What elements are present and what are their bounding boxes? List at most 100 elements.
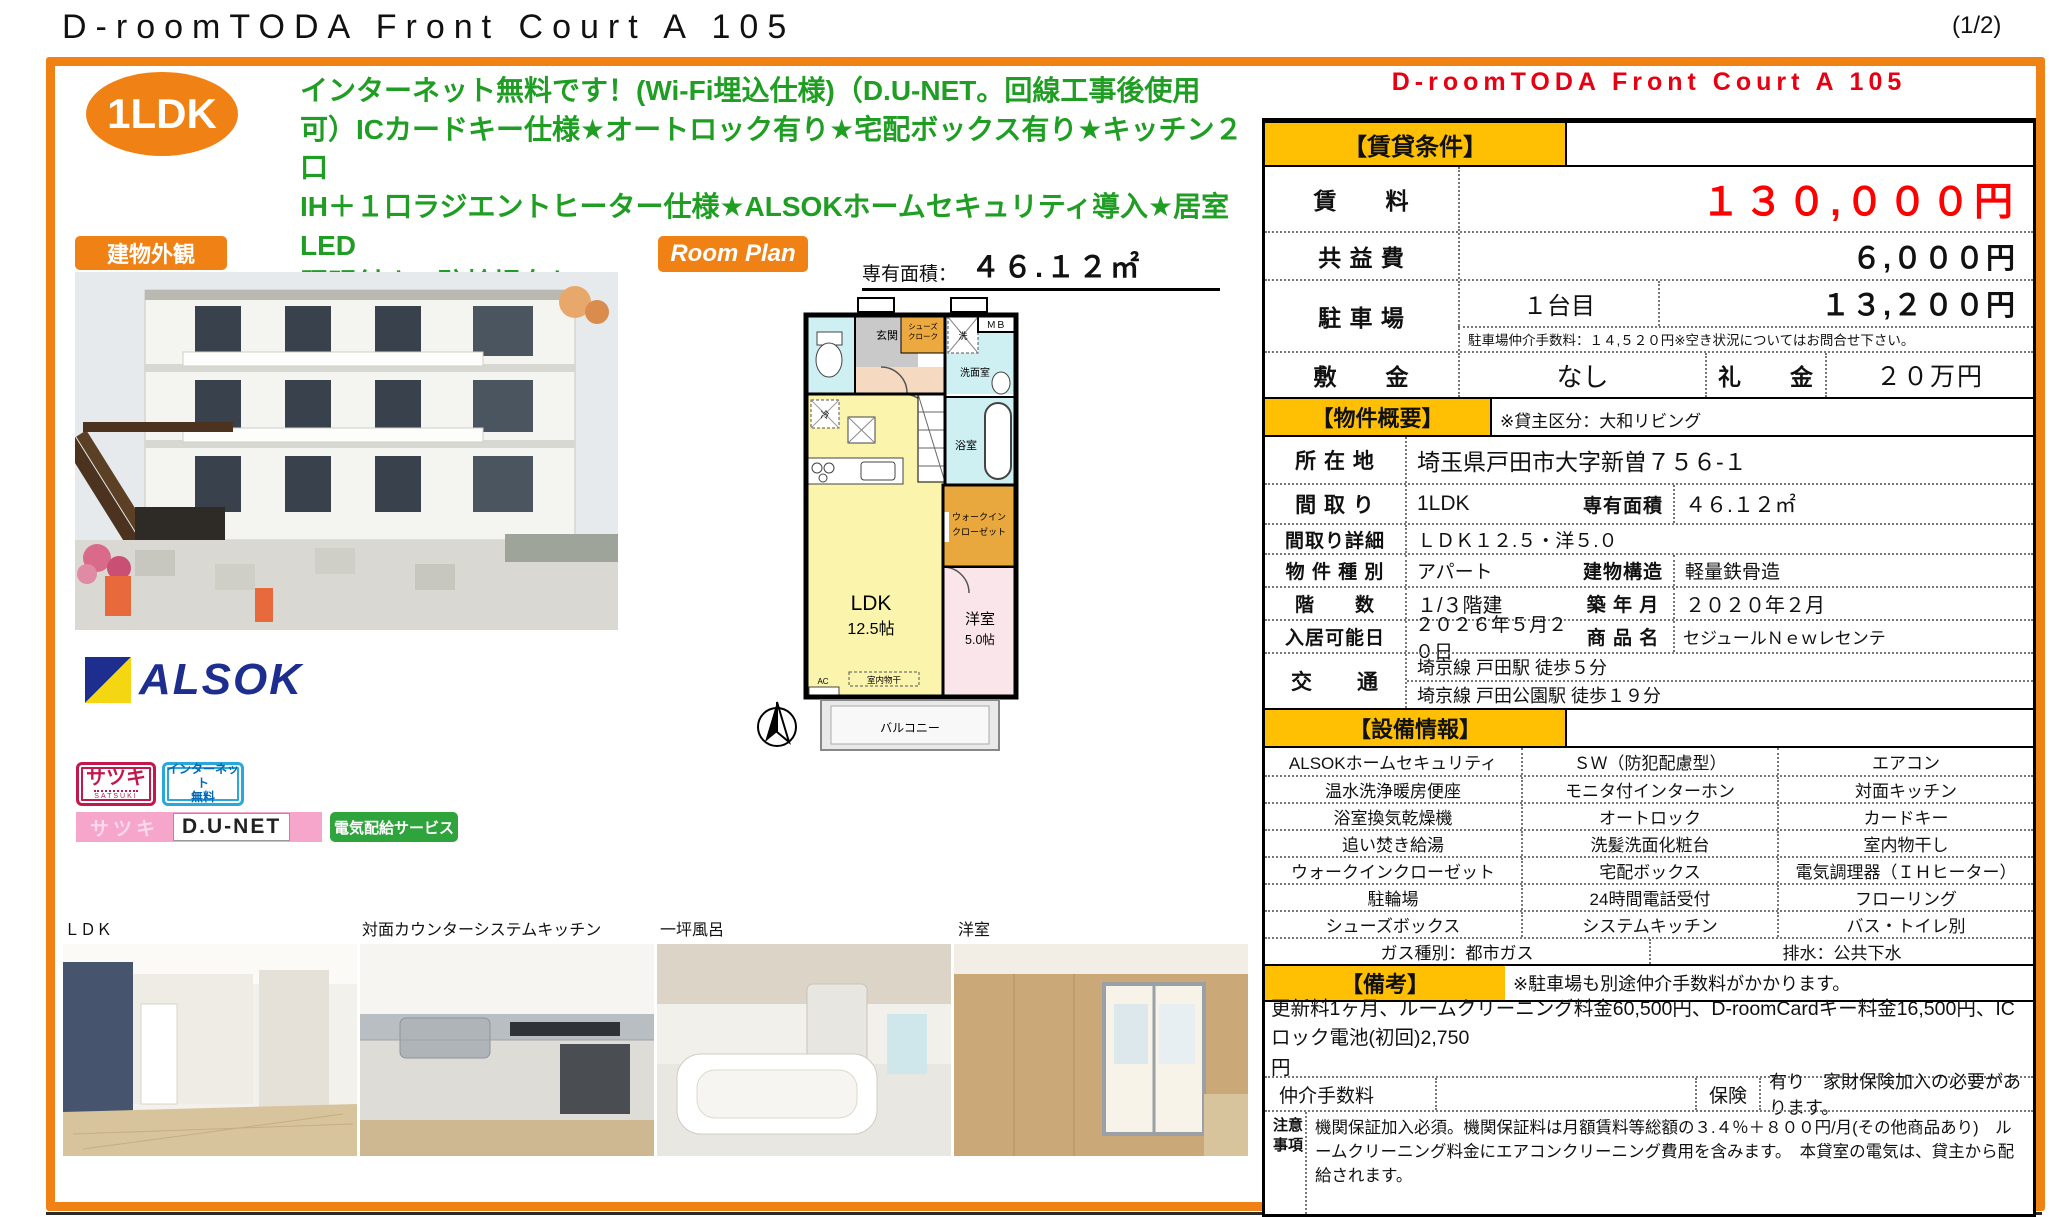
- shoes-cloak: シューズ クローク: [901, 315, 945, 353]
- transit-values: 埼京線 戸田駅 徒歩５分 埼京線 戸田公園駅 徒歩１９分: [1405, 654, 2033, 708]
- key-money-value: ２０万円: [1825, 353, 2033, 397]
- washroom: 洗 ＭＢ 洗面室: [945, 315, 1015, 394]
- svg-text:12.5帖: 12.5帖: [847, 620, 894, 638]
- page-number: (1/2): [1952, 12, 2001, 40]
- svg-text:シューズ: シューズ: [908, 321, 938, 331]
- satsuki-badge-subtext: SATSUKI: [94, 790, 137, 800]
- owner-note: ※貸主区分：大和リビング: [1492, 399, 2033, 435]
- parking-slot: １台目: [1458, 281, 1658, 326]
- compass-north-icon: [756, 700, 798, 755]
- photo-label-bedroom: 洋室: [958, 916, 990, 940]
- satsuki-badge-text: サツキ: [86, 768, 146, 788]
- svg-text:洗面室: 洗面室: [960, 366, 990, 379]
- balcony: バルコニー: [821, 700, 999, 750]
- equipment-item: フローリング: [1777, 885, 2033, 910]
- equipment-title: 【設備情報】: [1265, 710, 1567, 746]
- floors-row: 階 数 １/３階建 築 年 月 ２０２０年２月: [1265, 586, 2033, 619]
- photo-label-ldk: ＬＤＫ: [64, 916, 112, 940]
- area-label2: 専有面積: [1573, 485, 1673, 523]
- stairwell: [918, 394, 945, 482]
- svg-text:クローク: クローク: [908, 332, 938, 341]
- equipment-item: 温水洗浄暖房便座: [1265, 777, 1521, 802]
- common-fee-value: ６,０００円: [1458, 233, 2033, 279]
- brokerage-row: 仲介手数料 保険 有り 家財保険加入の必要があります。: [1265, 1076, 2033, 1110]
- equipment-grid: ALSOKホームセキュリティ ＳＷ（防犯配慮型） エアコン 温水洗浄暖房便座 モ…: [1265, 748, 2033, 964]
- alsok-logo-text: ALSOK: [139, 655, 303, 705]
- transit-row: 交 通 埼京線 戸田駅 徒歩５分 埼京線 戸田公園駅 徒歩１９分: [1265, 652, 2033, 708]
- alsok-logo: ALSOK: [85, 655, 303, 705]
- deposit-row: 敷 金 なし 礼 金 ２０万円: [1265, 351, 2033, 397]
- equipment-item: 24時間電話受付: [1521, 885, 1777, 910]
- brokerage-value: [1435, 1078, 1695, 1110]
- overview-header: 【物件概要】 ※貸主区分：大和リビング: [1265, 397, 2033, 437]
- movein-value: ２０２６年５月２０日: [1405, 621, 1573, 652]
- svg-text:バルコニー: バルコニー: [880, 721, 940, 735]
- structure-value: 軽量鉄骨造: [1673, 555, 2033, 586]
- deposit-label: 敷 金: [1265, 353, 1458, 397]
- floor-plan-graphic: 玄関 シューズ クローク 洗 ＭＢ 洗面室 冷: [803, 296, 1020, 758]
- photo-label-kitchen: 対面カウンターシステムキッチン: [362, 916, 601, 940]
- equipment-header: 【設備情報】: [1265, 708, 2033, 748]
- building-exterior-photo: [75, 272, 618, 630]
- transit-line2: 埼京線 戸田公園駅 徒歩１９分: [1407, 680, 2033, 708]
- remarks-body: 更新料1ヶ月、ルームクリーニング料金60,500円、D-roomCardキー料金…: [1265, 1002, 2033, 1076]
- rental-conditions-title: 【賃貸条件】: [1265, 123, 1567, 165]
- building-exterior-graphic: [75, 272, 618, 630]
- layout-type-badge: 1LDK: [86, 72, 238, 156]
- equipment-item: モニタ付インターホン: [1521, 777, 1777, 802]
- equipment-item: シューズボックス: [1265, 912, 1521, 937]
- equipment-item: ウォークインクローゼット: [1265, 858, 1521, 883]
- drain-type: 排水：公共下水: [1649, 939, 2033, 964]
- caution-row: 注意事項 機関保証加入必須。機関保証料は月額賃料等総額の３.４％＋８００円/月(…: [1265, 1110, 2033, 1214]
- area-value2: ４６.１２㎡: [1673, 485, 2033, 523]
- dunet-logo: D.U-NET: [173, 813, 290, 841]
- key-money-label: 礼 金: [1705, 353, 1825, 397]
- area-label: 専有面積：: [862, 259, 957, 286]
- product-value: セジュールＮｅｗレセンテ: [1673, 621, 2033, 652]
- svg-text:ウォークイン: ウォークイン: [952, 512, 1006, 522]
- svg-text:ＭＢ: ＭＢ: [986, 320, 1005, 331]
- equipment-item: 宅配ボックス: [1521, 858, 1777, 883]
- bathroom: 浴室: [945, 397, 1015, 485]
- svg-text:浴室: 浴室: [955, 438, 977, 452]
- equipment-item: システムキッチン: [1521, 912, 1777, 937]
- type-value: アパート: [1405, 555, 1573, 586]
- equipment-item: カードキー: [1777, 804, 2033, 829]
- built-label: 築 年 月: [1573, 588, 1673, 619]
- transit-label: 交 通: [1265, 654, 1405, 708]
- layout-detail-row: 間取り詳細 ＬＤＫ１２.５・洋５.０: [1265, 523, 2033, 553]
- photo-bedroom: [954, 944, 1248, 1156]
- photo-label-bath: 一坪風呂: [660, 916, 724, 940]
- movein-label: 入居可能日: [1265, 621, 1405, 652]
- equipment-item: 対面キッチン: [1777, 777, 2033, 802]
- layout-label: 間 取 り: [1265, 485, 1405, 523]
- transit-line1: 埼京線 戸田駅 徒歩５分: [1407, 654, 2033, 680]
- address-value: 埼玉県戸田市大字新曽７５６-１: [1405, 437, 2033, 483]
- type-row: 物 件 種 別 アパート 建物構造 軽量鉄骨造: [1265, 553, 2033, 586]
- product-label: 商 品 名: [1573, 621, 1673, 652]
- area-value: ４６.１２㎡: [971, 244, 1142, 286]
- remarks-body-row: 更新料1ヶ月、ルームクリーニング料金60,500円、D-roomCardキー料金…: [1265, 1002, 2033, 1076]
- room-plan-label: Room Plan: [658, 236, 808, 272]
- equipment-item: エアコン: [1777, 748, 2033, 775]
- photo-kitchen: [360, 944, 654, 1156]
- property-table: 【賃貸条件】 賃 料 １３０,０００円 共 益 費 ６,０００円 駐 車 場 １…: [1262, 118, 2036, 1217]
- equipment-item: 追い焚き給湯: [1265, 831, 1521, 856]
- toilet-room: [806, 315, 855, 394]
- svg-text:冷: 冷: [820, 409, 829, 420]
- common-fee-row: 共 益 費 ６,０００円: [1265, 231, 2033, 279]
- electricity-service-badge: 電気配給サービス: [330, 812, 458, 842]
- address-row: 所 在 地 埼玉県戸田市大字新曽７５６-１: [1265, 437, 2033, 483]
- parking-value: １３,２００円: [1658, 281, 2033, 326]
- layout-value: 1LDK: [1405, 485, 1573, 523]
- parking-label: 駐 車 場: [1265, 281, 1458, 351]
- equipment-item: 駐輪場: [1265, 885, 1521, 910]
- caution-text: 機関保証加入必須。機関保証料は月額賃料等総額の３.４％＋８００円/月(その他商品…: [1305, 1112, 2033, 1214]
- equipment-item: 室内物干し: [1777, 831, 2033, 856]
- exclusive-area: 専有面積： ４６.１２㎡: [862, 244, 1220, 291]
- gas-type: ガス種別：都市ガス: [1265, 939, 1649, 964]
- svg-text:クローゼット: クローゼット: [952, 526, 1006, 537]
- overview-title: 【物件概要】: [1265, 399, 1492, 435]
- common-fee-label: 共 益 費: [1265, 233, 1458, 279]
- brokerage-label: 仲介手数料: [1265, 1078, 1435, 1110]
